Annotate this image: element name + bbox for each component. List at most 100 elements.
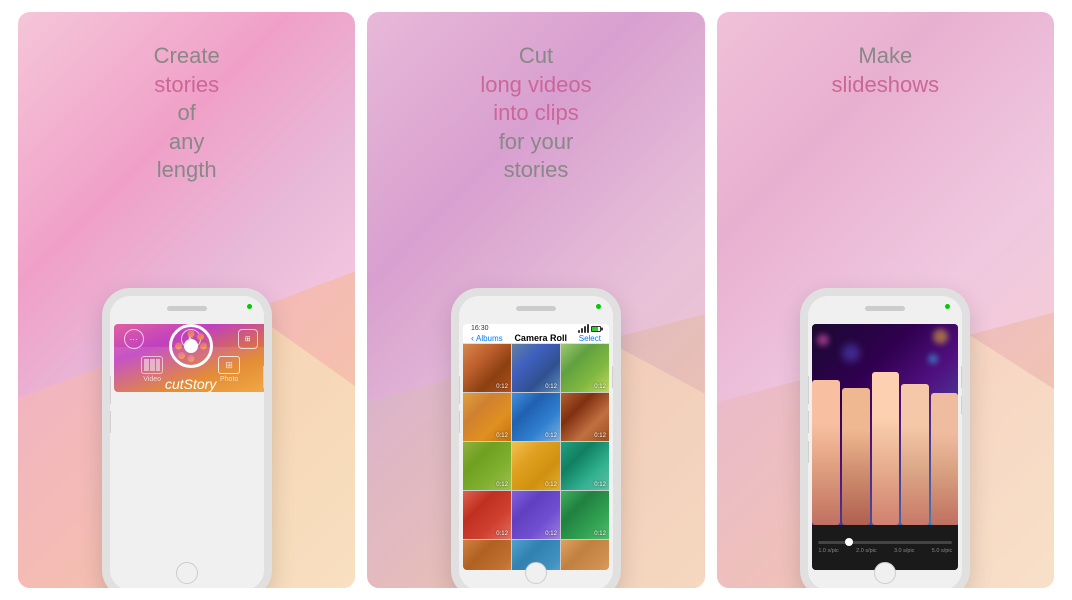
duration-11: 0:12 bbox=[545, 531, 557, 537]
navbar-back[interactable]: ‹ Albums bbox=[471, 333, 503, 343]
panel-2: Cut long videos into clips for your stor… bbox=[367, 12, 704, 588]
phone-2-outer: 16:30 bbox=[451, 288, 621, 588]
phone-2-left-btn bbox=[456, 376, 460, 404]
phone-3-left-btn-2 bbox=[805, 411, 809, 433]
duration-5: 0:12 bbox=[545, 433, 557, 439]
bokeh-1 bbox=[817, 334, 829, 346]
phone-3-speaker bbox=[865, 306, 905, 311]
bokeh-3 bbox=[933, 329, 948, 344]
phone-3-camera bbox=[945, 304, 950, 309]
photo-cell-5[interactable]: 0:12 bbox=[512, 393, 560, 441]
phone-2-screen: 16:30 bbox=[463, 324, 609, 570]
speed-label-1: 1.0 s/pic bbox=[818, 548, 838, 554]
photo-cell-7[interactable]: 0:12 bbox=[463, 442, 511, 490]
panel-2-line5: stories bbox=[480, 156, 591, 185]
phone-3-left-btn bbox=[805, 376, 809, 404]
film-hole-1 bbox=[187, 330, 194, 337]
person-4 bbox=[901, 384, 929, 526]
duration-9: 0:12 bbox=[594, 482, 606, 488]
speed-label-4: 5.0 s/pic bbox=[932, 548, 952, 554]
duration-8: 0:12 bbox=[545, 482, 557, 488]
statusbar-icons bbox=[578, 324, 601, 333]
panel-3-line2: slideshows bbox=[832, 71, 940, 100]
tab-video[interactable]: Video bbox=[141, 356, 163, 383]
duration-2: 0:12 bbox=[545, 384, 557, 390]
panel-1-line3: of bbox=[154, 99, 220, 128]
speed-labels: 1.0 s/pic 2.0 s/pic 3.0 s/pic 5.0 s/pic bbox=[818, 548, 952, 554]
photo-cell-3[interactable]: 0:12 bbox=[561, 344, 609, 392]
photo-grid: 0:12 0:12 0:12 0:12 0:12 0:12 0:12 0:12 … bbox=[463, 344, 609, 570]
panel-1: Create stories of any length ··· $ bbox=[18, 12, 355, 588]
panel-1-line2: stories bbox=[154, 71, 220, 100]
photo-cell-8[interactable]: 0:12 bbox=[512, 442, 560, 490]
video-area bbox=[812, 324, 958, 525]
phone-1-mockup: ··· $ ⊞ bbox=[102, 288, 272, 588]
panel-2-text: Cut long videos into clips for your stor… bbox=[480, 42, 591, 185]
person-2 bbox=[842, 388, 870, 525]
photo-cell-12[interactable]: 0:12 bbox=[561, 491, 609, 539]
battery-fill bbox=[592, 327, 598, 331]
film-hole-5 bbox=[197, 333, 204, 340]
photo-cell-6[interactable]: 0:12 bbox=[561, 393, 609, 441]
bokeh-2 bbox=[842, 344, 860, 362]
photo-cell-11[interactable]: 0:12 bbox=[512, 491, 560, 539]
phone-2-home-btn[interactable] bbox=[525, 562, 547, 584]
duration-1: 0:12 bbox=[496, 384, 508, 390]
photo-cell-4[interactable]: 0:12 bbox=[463, 393, 511, 441]
photo-cell-9[interactable]: 0:12 bbox=[561, 442, 609, 490]
panel-1-line5: length bbox=[154, 156, 220, 185]
panel-1-text: Create stories of any length bbox=[154, 42, 220, 185]
duration-12: 0:12 bbox=[594, 531, 606, 537]
speed-label-3: 3.0 s/pic bbox=[894, 548, 914, 554]
phone-3-side-btn-2 bbox=[961, 396, 965, 414]
signal-icon bbox=[578, 324, 589, 333]
person-3 bbox=[872, 372, 900, 525]
phone-3-left-btn-3 bbox=[805, 441, 809, 463]
navbar: ‹ Albums Camera Roll Select bbox=[463, 333, 609, 344]
photo-cell-13[interactable]: 0:12 bbox=[463, 540, 511, 570]
navbar-select[interactable]: Select bbox=[579, 334, 601, 343]
speed-label-2: 2.0 s/pic bbox=[856, 548, 876, 554]
duration-4: 0:12 bbox=[496, 433, 508, 439]
bokeh-4 bbox=[928, 354, 938, 364]
phone-1-outer: ··· $ ⊞ bbox=[102, 288, 272, 588]
speed-track[interactable] bbox=[818, 541, 952, 544]
statusbar-time: 16:30 bbox=[471, 325, 489, 332]
photo-thumb-15 bbox=[561, 540, 609, 570]
photo-cell-2[interactable]: 0:12 bbox=[512, 344, 560, 392]
statusbar: 16:30 bbox=[463, 324, 609, 333]
duration-7: 0:12 bbox=[496, 482, 508, 488]
phone-3-mockup: 1.0 s/pic 2.0 s/pic 3.0 s/pic 5.0 s/pic bbox=[800, 288, 970, 588]
speed-dot[interactable] bbox=[845, 538, 853, 546]
phone-2-camera bbox=[596, 304, 601, 309]
phone-1-home-btn[interactable] bbox=[176, 562, 198, 584]
screen-1-bottom-nav: Video ⊞ Photo bbox=[114, 347, 268, 392]
panel-2-line3: into clips bbox=[480, 99, 591, 128]
signal-bar-4 bbox=[587, 324, 589, 333]
panel-2-line4: for your bbox=[480, 128, 591, 157]
panel-1-line1: Create bbox=[154, 42, 220, 71]
phone-1-left-btn-2 bbox=[107, 411, 111, 433]
photo-cell-15[interactable]: 0:12 bbox=[561, 540, 609, 570]
photo-cell-10[interactable]: 0:12 bbox=[463, 491, 511, 539]
person-1 bbox=[812, 380, 840, 525]
person-5 bbox=[931, 393, 959, 525]
photo-cell-1[interactable]: 0:12 bbox=[463, 344, 511, 392]
panel-1-line4: any bbox=[154, 128, 220, 157]
phone-3-screen: 1.0 s/pic 2.0 s/pic 3.0 s/pic 5.0 s/pic bbox=[812, 324, 958, 570]
navbar-title: Camera Roll bbox=[514, 333, 567, 343]
phone-3-side-btn bbox=[961, 366, 965, 388]
video-tab-label: Video bbox=[143, 376, 161, 383]
panel-3: Make slideshows bbox=[717, 12, 1054, 588]
phone-2-mockup: 16:30 bbox=[451, 288, 621, 588]
battery-icon bbox=[591, 326, 601, 332]
phone-2-side-btn bbox=[612, 366, 616, 388]
tab-photo[interactable]: ⊞ Photo bbox=[218, 356, 240, 383]
phone-2-left-btn-2 bbox=[456, 411, 460, 433]
panel-2-line2: long videos bbox=[480, 71, 591, 100]
toolbar-grid-icon: ⊞ bbox=[238, 329, 258, 349]
phone-3-outer: 1.0 s/pic 2.0 s/pic 3.0 s/pic 5.0 s/pic bbox=[800, 288, 970, 588]
signal-bar-3 bbox=[584, 326, 586, 333]
panel-2-line1: Cut bbox=[480, 42, 591, 71]
phone-3-home-btn[interactable] bbox=[874, 562, 896, 584]
